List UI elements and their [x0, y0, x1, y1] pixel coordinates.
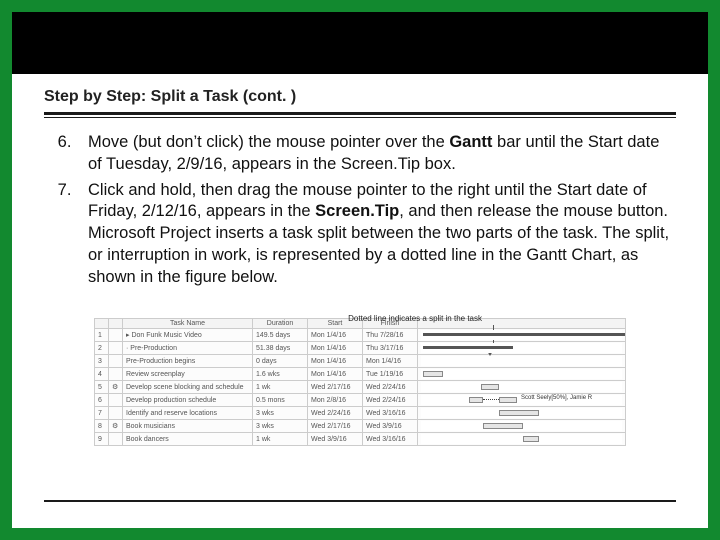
- gantt-col-header: Task Name: [123, 319, 253, 329]
- gantt-cell: [109, 394, 123, 407]
- gantt-cell: Identify and reserve locations: [123, 407, 253, 420]
- gantt-cell: 0 days: [253, 355, 308, 368]
- gantt-chart-cell: [418, 329, 626, 342]
- step-item: Move (but don’t click) the mouse pointer…: [76, 132, 670, 176]
- gantt-cell: 8: [95, 420, 109, 433]
- header-bar: [12, 12, 708, 74]
- gantt-cell: Wed 2/17/16: [308, 381, 363, 394]
- slide-title: Step by Step: Split a Task (cont. ): [44, 88, 676, 106]
- step-item: Click and hold, then drag the mouse poin…: [76, 180, 670, 289]
- gantt-cell: 4: [95, 368, 109, 381]
- gantt-cell: 3 wks: [253, 407, 308, 420]
- table-row: 9 Book dancers1 wkWed 3/9/16Wed 3/16/16: [95, 433, 626, 446]
- gantt-cell: Mon 1/4/16: [363, 355, 418, 368]
- gantt-cell: [109, 407, 123, 420]
- gantt-cell: Develop production schedule: [123, 394, 253, 407]
- gantt-cell: Wed 3/9/16: [363, 420, 418, 433]
- gantt-cell: Review screenplay: [123, 368, 253, 381]
- gantt-cell: 1.6 wks: [253, 368, 308, 381]
- callout-text: Dotted line indicates a split in the tas…: [348, 314, 482, 323]
- gantt-cell: Book dancers: [123, 433, 253, 446]
- gantt-cell: ⚙: [109, 420, 123, 433]
- gantt-cell: 7: [95, 407, 109, 420]
- gantt-cell: Wed 3/16/16: [363, 433, 418, 446]
- content-area: Step by Step: Split a Task (cont. ) Move…: [12, 74, 708, 446]
- gantt-cell: 1 wk: [253, 433, 308, 446]
- title-rule: [44, 112, 676, 118]
- gantt-cell: Mon 1/4/16: [308, 368, 363, 381]
- table-row: 7Identify and reserve locations3 wksWed …: [95, 407, 626, 420]
- gantt-cell: 1: [95, 329, 109, 342]
- gantt-cell: Wed 3/16/16: [363, 407, 418, 420]
- gantt-cell: Mon 1/4/16: [308, 355, 363, 368]
- gantt-cell: Wed 2/24/16: [308, 407, 363, 420]
- slide-frame: Step by Step: Split a Task (cont. ) Move…: [0, 0, 720, 540]
- table-row: 8⚙Book musicians3 wksWed 2/17/16Wed 3/9/…: [95, 420, 626, 433]
- gantt-cell: Wed 2/24/16: [363, 381, 418, 394]
- gantt-cell: 2: [95, 342, 109, 355]
- gantt-chart-cell: [418, 355, 626, 368]
- gantt-cell: 0.5 mons: [253, 394, 308, 407]
- gantt-cell: 3 wks: [253, 420, 308, 433]
- gantt-cell: Develop scene blocking and schedule: [123, 381, 253, 394]
- gantt-chart-cell: [418, 420, 626, 433]
- table-row: 3Pre-Production begins0 daysMon 1/4/16Mo…: [95, 355, 626, 368]
- gantt-chart-cell: [418, 433, 626, 446]
- gantt-cell: · Pre-Production: [123, 342, 253, 355]
- gantt-chart-cell: [418, 368, 626, 381]
- gantt-chart-cell: Scott Seely[50%], Jamie R: [418, 394, 626, 407]
- gantt-col-header: [95, 319, 109, 329]
- gantt-cell: 5: [95, 381, 109, 394]
- gantt-cell: 1 wk: [253, 381, 308, 394]
- gantt-chart-cell: [418, 407, 626, 420]
- gantt-chart-cell: [418, 381, 626, 394]
- resource-label: Scott Seely[50%], Jamie R: [521, 395, 592, 401]
- gantt-cell: 3: [95, 355, 109, 368]
- gantt-col-header: [109, 319, 123, 329]
- gantt-cell: 6: [95, 394, 109, 407]
- gantt-cell: ▸ Don Funk Music Video: [123, 329, 253, 342]
- gantt-cell: 51.38 days: [253, 342, 308, 355]
- gantt-cell: [109, 342, 123, 355]
- gantt-cell: Pre-Production begins: [123, 355, 253, 368]
- gantt-cell: 149.5 days: [253, 329, 308, 342]
- table-row: 4 Review screenplay1.6 wksMon 1/4/16Tue 1…: [95, 368, 626, 381]
- gantt-cell: Mon 2/8/16: [308, 394, 363, 407]
- gantt-cell: [109, 329, 123, 342]
- gantt-chart-cell: [418, 342, 626, 355]
- step-list: Move (but don’t click) the mouse pointer…: [44, 132, 676, 288]
- gantt-cell: Wed 3/9/16: [308, 433, 363, 446]
- gantt-cell: Wed 2/24/16: [363, 394, 418, 407]
- footer-rule: [44, 500, 676, 502]
- table-row: 6 Develop production schedule0.5 monsMon …: [95, 394, 626, 407]
- gantt-cell: Tue 1/19/16: [363, 368, 418, 381]
- gantt-cell: ⚙: [109, 381, 123, 394]
- gantt-cell: Wed 2/17/16: [308, 420, 363, 433]
- gantt-cell: [109, 368, 123, 381]
- gantt-figure: Dotted line indicates a split in the tas…: [94, 318, 626, 446]
- gantt-cell: [109, 355, 123, 368]
- gantt-cell: Book musicians: [123, 420, 253, 433]
- table-row: 5⚙Develop scene blocking and schedule1 w…: [95, 381, 626, 394]
- gantt-cell: 9: [95, 433, 109, 446]
- gantt-cell: [109, 433, 123, 446]
- gantt-col-header: Duration: [253, 319, 308, 329]
